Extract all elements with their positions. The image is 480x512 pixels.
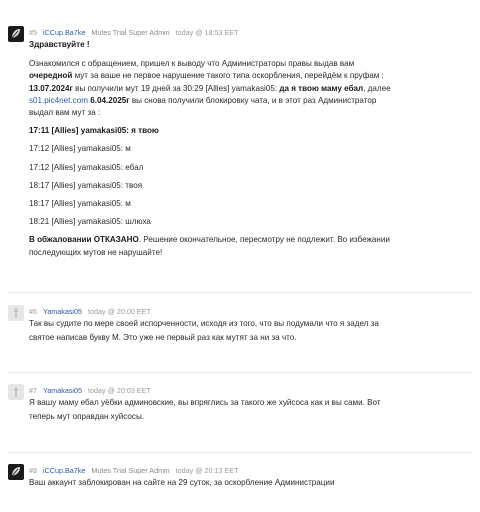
text-line: Я вашу маму ебал уёбки админовские, вы в… (29, 398, 381, 407)
decision-bold: В обжаловании ОТКАЗАНО (29, 235, 139, 245)
post-body: Ваш аккаунт заблокирован на сайте на 29 … (29, 477, 469, 489)
post-date[interactable]: today @ 18:53 EET (176, 28, 239, 37)
username-link[interactable]: Yamakasi05 (43, 386, 82, 395)
username-link[interactable]: Yamakasi05 (43, 307, 82, 316)
post-number[interactable]: #6 (29, 307, 37, 316)
text-line: теперь мут оправдан хуйсосы. (29, 412, 145, 422)
chat-line: 17:12 [Allies] yamakasi05: м (29, 144, 131, 154)
chat-line: 18:17 [Allies] yamakasi05: м (29, 199, 131, 209)
leaf-icon (11, 29, 20, 39)
text-span: вы получили мут 19 дней за 30:29 [Allies… (72, 83, 280, 93)
text-span: последующих мутов не нарушайте! (29, 247, 163, 257)
proof-link[interactable]: s01.pic4net.com (29, 96, 88, 105)
text-span: мут за ваше не первое нарушение такого т… (72, 71, 384, 81)
post-meta: #6 Yamakasi05 today @ 20:00 EET (29, 306, 151, 318)
post-number[interactable]: #5 (29, 28, 37, 37)
post-date[interactable]: today @ 20:00 EET (88, 307, 151, 316)
text-span: , далее (363, 83, 391, 93)
avatar[interactable] (8, 305, 24, 321)
chat-line: 17:11 [Allies] yamakasi05: я твою (29, 126, 159, 136)
avatar[interactable] (8, 384, 24, 400)
post-divider (8, 292, 472, 293)
default-avatar-icon (14, 387, 18, 397)
user-role: Mutes Trial Super Admin (91, 28, 170, 37)
greeting: Здравствуйте ! (29, 40, 90, 49)
text-span: вы снова получили блокировку чата, и в э… (129, 95, 377, 105)
text-span: Ознакомился с обращением, пришел к вывод… (29, 59, 355, 69)
post-divider (8, 372, 472, 373)
text-line: святое написав букву М. Это уже не первы… (29, 333, 297, 343)
bold-date: 13.07.2024г (29, 83, 73, 93)
avatar[interactable] (8, 26, 24, 42)
chat-line: 18:17 [Allies] yamakasi05: твоя (29, 180, 143, 190)
user-role: Mutes Trial Super Admin (91, 466, 170, 475)
username-link[interactable]: iCCup.Ba7ke (43, 28, 85, 37)
post-divider (8, 452, 472, 453)
avatar[interactable] (8, 464, 24, 480)
post-date[interactable]: today @ 20:03 EET (88, 386, 151, 395)
post-meta: #8 iCCup.Ba7ke Mutes Trial Super Admin t… (29, 465, 239, 477)
post-body: Так вы судите по мере своей испорченност… (29, 318, 469, 344)
post-meta: #5 iCCup.Ba7ke Mutes Trial Super Admin t… (29, 27, 239, 39)
quoted-message: да я твою маму ебал (279, 83, 364, 93)
post-number[interactable]: #8 (29, 466, 37, 475)
text-line: Так вы судите по мере своей испорченност… (29, 319, 379, 328)
leaf-icon (11, 467, 20, 477)
decision: В обжаловании ОТКАЗАНО. Решение окончате… (29, 234, 469, 258)
username-link[interactable]: iCCup.Ba7ke (43, 466, 85, 475)
chat-line: 18:21 [Allies] yamakasi05: шлюха (29, 217, 151, 227)
text-span: . Решение окончательное, пересмотру не п… (138, 235, 390, 245)
post-meta: #7 Yamakasi05 today @ 20:03 EET (29, 385, 151, 397)
post-number[interactable]: #7 (29, 386, 37, 395)
paragraph: Ознакомился с обращением, пришел к вывод… (29, 58, 469, 119)
chat-line: 17:12 [Allies] yamakasi05: ебал (29, 162, 144, 172)
default-avatar-icon (14, 308, 18, 318)
post-body: Я вашу маму ебал уёбки админовские, вы в… (29, 397, 469, 423)
text-span: выдал вам мут за : (29, 108, 101, 118)
bold-text: очередной (29, 71, 73, 81)
bold-date: 6.04.2025г (90, 95, 130, 105)
text-line: Ваш аккаунт заблокирован на сайте на 29 … (29, 478, 335, 487)
post-date[interactable]: today @ 20:13 EET (176, 466, 239, 475)
post-body: Здравствуйте ! Ознакомился с обращением,… (29, 39, 469, 259)
